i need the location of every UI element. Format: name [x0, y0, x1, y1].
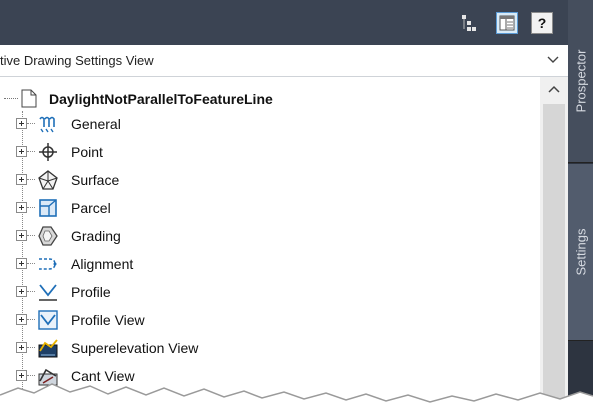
surface-icon: [38, 170, 58, 190]
expand-icon[interactable]: [16, 342, 27, 353]
expand-icon[interactable]: [16, 258, 27, 269]
expand-icon[interactable]: [16, 174, 27, 185]
cant-view-icon: [38, 368, 58, 386]
tab-settings-label: Settings: [573, 228, 588, 276]
alignment-icon: [39, 258, 57, 270]
point-icon: [39, 143, 57, 161]
tree-connector: [27, 291, 35, 292]
scrollbar-thumb[interactable]: [543, 104, 565, 408]
tree-item-label: Profile View: [71, 312, 145, 328]
parcel-icon: [39, 199, 57, 217]
scroll-up-icon[interactable]: [547, 84, 561, 94]
expand-icon[interactable]: [16, 286, 27, 297]
settings-tree: DaylightNotParallelToFeatureLine General…: [0, 77, 540, 408]
tree-item-label: Superelevation View: [71, 340, 199, 356]
grading-icon: [38, 226, 58, 246]
tree-connector: [4, 98, 18, 99]
tree-item-label: Surface: [71, 172, 120, 188]
tree-item-label: Grading: [71, 228, 121, 244]
superelevation-view-icon: [38, 339, 58, 358]
tree-connector: [27, 207, 35, 208]
tree-connector: [27, 179, 35, 180]
tree-item-label: Alignment: [71, 256, 134, 272]
expand-icon[interactable]: [16, 370, 27, 381]
toolspace-window: ? tive Drawing Settings View DaylightNot…: [0, 0, 593, 408]
general-icon: [39, 116, 55, 133]
view-selector-value: tive Drawing Settings View: [0, 53, 154, 68]
tree-item-label: Point: [71, 144, 103, 160]
tree-connector: [27, 319, 35, 320]
toolspace-side-tabs: Prospector Settings: [568, 0, 593, 408]
tree-connector: [27, 123, 35, 124]
tree-connector: [27, 375, 35, 376]
help-icon[interactable]: ?: [531, 12, 553, 34]
chevron-down-icon[interactable]: [546, 52, 560, 66]
tab-prospector[interactable]: Prospector: [568, 0, 593, 163]
expand-icon[interactable]: [16, 146, 27, 157]
settings-view-icon[interactable]: [496, 12, 518, 34]
tree-connector: [27, 151, 35, 152]
tree-connector: [27, 263, 35, 264]
drawing-document-icon: [21, 89, 37, 108]
expand-icon[interactable]: [16, 202, 27, 213]
tab-prospector-label: Prospector: [573, 49, 588, 113]
view-selector-dropdown[interactable]: tive Drawing Settings View: [0, 45, 568, 77]
profile-view-icon: [38, 310, 58, 330]
expand-icon[interactable]: [16, 118, 27, 129]
profile-icon: [39, 284, 57, 301]
expand-icon[interactable]: [16, 230, 27, 241]
tree-item-label: General: [71, 116, 121, 132]
tree-root-label: DaylightNotParallelToFeatureLine: [49, 91, 273, 107]
expand-icon[interactable]: [16, 314, 27, 325]
tree-item-label: Cant View: [71, 368, 135, 384]
tree-item-label: Profile: [71, 284, 111, 300]
tab-settings[interactable]: Settings: [568, 164, 593, 341]
tree-connector: [27, 347, 35, 348]
tree-item-label: Parcel: [71, 200, 111, 216]
tree-connector: [27, 235, 35, 236]
toolspace-toolbar: ?: [0, 0, 568, 45]
vertical-scrollbar[interactable]: [540, 77, 568, 408]
tree-structure-icon[interactable]: [458, 12, 480, 34]
